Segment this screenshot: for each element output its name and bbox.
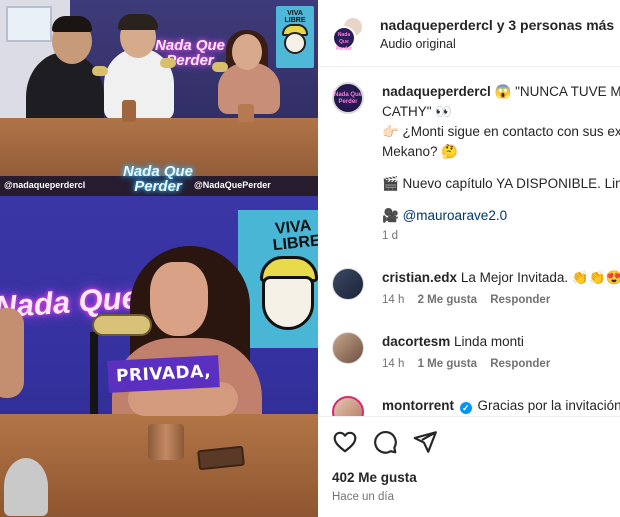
caption-avatar[interactable]: Nada Que Perder [332, 82, 364, 114]
comment-item: cristian.edx La Mejor Invitada. 👏👏😍 14 h… [318, 268, 620, 330]
heart-icon[interactable] [332, 429, 358, 455]
copper-mug [148, 424, 184, 460]
microphone [212, 62, 228, 72]
avatar[interactable] [332, 332, 364, 364]
poster-small: VIVA LIBRE [276, 6, 314, 68]
comment-body: montorrent ✓ Gracias por la invitación! [382, 398, 620, 414]
overlay-logo: Nada Que Perder [122, 163, 194, 195]
mic-stand [90, 332, 98, 416]
avatar[interactable] [332, 396, 364, 416]
caption-line: 🎬 Nuevo capítulo YA DISPONIBLE. Link [382, 176, 620, 191]
comment-item: montorrent ✓ Gracias por la invitación! [318, 396, 620, 416]
comment-body: cristian.edx La Mejor Invitada. 👏👏😍 [382, 270, 620, 286]
caption-username[interactable]: nadaqueperdercl [382, 84, 491, 99]
post-date[interactable]: Hace un día [332, 491, 394, 503]
host-arm [0, 308, 24, 398]
guest-face [150, 262, 208, 336]
reel-video[interactable]: VIVA LIBRE Nada Que Perder @nadaqueperde… [0, 0, 318, 517]
comment-text: Linda monti [454, 334, 524, 349]
caption-line: 😱 "NUNCA TUVE MUCHA [494, 84, 620, 99]
comment-text: Gracias por la invitación! [477, 398, 620, 413]
caption-timestamp[interactable]: 1 d [382, 230, 398, 242]
header-title[interactable]: nadaqueperdercl y 3 personas más [380, 17, 614, 33]
cup [122, 100, 136, 122]
comment-body: dacortesm Linda monti [382, 334, 524, 349]
microphone [160, 58, 176, 68]
microphone [92, 314, 152, 336]
caption-line: Mekano? 🤔 [382, 144, 459, 159]
post-panel: Nada Que Perder nadaqueperdercl y 3 pers… [318, 0, 620, 517]
poster-big: VIVA LIBRE [238, 210, 318, 348]
figurine [4, 458, 48, 516]
camera-emoji: 🎥 [382, 208, 399, 223]
comment-time[interactable]: 14 h [382, 358, 404, 370]
comment-meta: 14 h 2 Me gusta Responder [382, 294, 560, 306]
avatar[interactable] [332, 268, 364, 300]
comment-username[interactable]: dacortesm [382, 334, 450, 349]
guest-head [232, 34, 262, 70]
video-frame-top: VIVA LIBRE Nada Que Perder @nadaqueperde… [0, 0, 318, 196]
overlay-handle-right: @NadaQuePerder [194, 180, 271, 190]
comment-text: La Mejor Invitada. 👏👏😍 [460, 270, 620, 285]
likes-count[interactable]: 402 Me gusta [332, 470, 417, 485]
reply-button[interactable]: Responder [490, 358, 550, 370]
overlay-handle-left: @nadaqueperdercl [4, 180, 86, 190]
post-caption: nadaqueperdercl 😱 "NUNCA TUVE MUCHA CATH… [382, 82, 620, 226]
comment-likes[interactable]: 2 Me gusta [418, 294, 477, 306]
post-header: Nada Que Perder nadaqueperdercl y 3 pers… [318, 0, 620, 67]
verified-badge-icon: ✓ [459, 402, 472, 414]
cup [238, 104, 254, 122]
avatar: Nada Que Perder [332, 26, 356, 52]
action-bar: 402 Me gusta Hace un día [318, 416, 620, 517]
poster-big-text: VIVA LIBRE [272, 217, 318, 255]
caption-line: CATHY" 👀 [382, 104, 453, 119]
reply-button[interactable]: Responder [490, 294, 550, 306]
comment-likes[interactable]: 1 Me gusta [418, 358, 477, 370]
caption-line: 👉🏻 ¿Monti sigue en contacto con sus ex [382, 124, 620, 139]
comment-icon[interactable] [372, 429, 398, 455]
audio-link[interactable]: Audio original [380, 37, 456, 51]
share-icon[interactable] [412, 429, 438, 455]
poster-small-text: VIVA LIBRE [284, 10, 306, 24]
comment-time[interactable]: 14 h [382, 294, 404, 306]
microphone [92, 66, 108, 76]
collab-avatars[interactable]: Nada Que Perder [332, 16, 366, 52]
video-frame-bottom: Nada Que Perder VIVA LIBRE PRIVADA, [0, 196, 318, 517]
caption-mention-link[interactable]: @mauroarave2.0 [403, 208, 508, 223]
studio-window [6, 6, 52, 42]
comment-username[interactable]: montorrent [382, 398, 454, 413]
comment-item: dacortesm Linda monti 14 h 1 Me gusta Re… [318, 332, 620, 394]
caption-overlay: PRIVADA, [107, 355, 220, 393]
comments-scroll[interactable]: Nada Que Perder nadaqueperdercl 😱 "NUNCA… [318, 68, 620, 416]
comment-username[interactable]: cristian.edx [382, 270, 457, 285]
comment-meta: 14 h 1 Me gusta Responder [382, 358, 560, 370]
